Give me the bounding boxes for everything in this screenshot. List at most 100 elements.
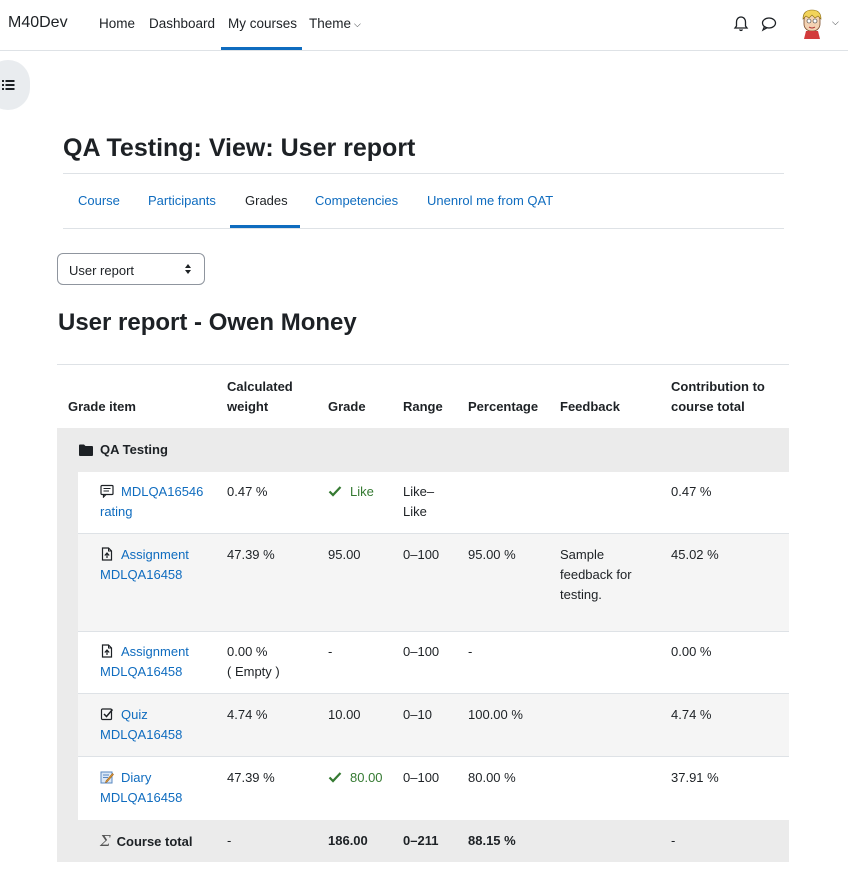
bell-icon[interactable] xyxy=(732,15,750,33)
table-row xyxy=(78,757,789,820)
total-percentage: 88.15 % xyxy=(468,833,516,848)
nav-theme-label: Theme xyxy=(309,16,352,31)
page-title: QA Testing: View: User report xyxy=(63,134,416,162)
tab-competencies[interactable]: Competencies xyxy=(315,193,398,208)
assignment-icon xyxy=(101,644,113,658)
grade-item-link[interactable]: MDLQA16458 xyxy=(100,790,182,805)
nav-theme[interactable]: Theme ⌵ xyxy=(309,16,361,31)
grade-item-link[interactable]: rating xyxy=(100,504,133,519)
tab-participants[interactable]: Participants xyxy=(148,193,216,208)
check-icon xyxy=(328,486,342,497)
chevron-down-icon: ⌵ xyxy=(354,19,361,29)
weight-cell: 4.74 % xyxy=(227,707,268,722)
header-grade-item: Grade item xyxy=(68,399,136,414)
range-cell: 0–100 xyxy=(403,547,440,562)
percentage-cell: - xyxy=(468,644,473,659)
header-feedback: Feedback xyxy=(560,399,620,414)
check-icon xyxy=(328,772,342,783)
tab-unenrol[interactable]: Unenrol me from QAT xyxy=(427,193,553,208)
grade-item-cell: Assignment MDLQA16458 xyxy=(100,545,189,585)
nav-dashboard[interactable]: Dashboard xyxy=(149,16,215,31)
grade-item-cell: Assignment MDLQA16458 xyxy=(100,642,189,682)
nav-my-courses[interactable]: My courses xyxy=(228,16,297,31)
assignment-icon xyxy=(101,547,113,561)
header-contribution: Contribution to course total xyxy=(671,377,765,417)
total-grade: 186.00 xyxy=(328,833,368,848)
user-avatar[interactable] xyxy=(800,9,824,39)
header-line: course total xyxy=(671,399,745,414)
grade-item-cell: MDLQA16546 rating xyxy=(100,482,203,522)
feedback-line: Sample xyxy=(560,547,605,562)
grade-item-link[interactable]: Assignment xyxy=(121,644,189,659)
total-weight: - xyxy=(227,833,232,848)
divider xyxy=(63,173,784,174)
contribution-cell: 45.02 % xyxy=(671,547,719,562)
report-title: User report - Owen Money xyxy=(58,309,357,336)
weight-cell: 0.00 % ( Empty ) xyxy=(227,642,280,682)
nav-home[interactable]: Home xyxy=(99,16,135,31)
grade-value: Like xyxy=(350,484,374,499)
list-icon xyxy=(2,80,15,90)
grade-item-link[interactable]: Diary xyxy=(121,770,151,785)
feedback-line: feedback for xyxy=(560,567,632,582)
total-contribution: - xyxy=(671,833,676,848)
diary-icon xyxy=(100,771,114,784)
tab-grades[interactable]: Grades xyxy=(245,193,288,208)
contribution-cell: 0.00 % xyxy=(671,644,712,659)
contribution-cell: 0.47 % xyxy=(671,484,712,499)
range-cell: 0–100 xyxy=(403,770,440,785)
header-percentage: Percentage xyxy=(468,399,539,414)
range-line: Like– xyxy=(403,484,435,499)
weight-cell: 0.47 % xyxy=(227,484,268,499)
course-total-label: Course total xyxy=(116,834,193,849)
weight-line: ( Empty ) xyxy=(227,664,280,679)
weight-line: 0.00 % xyxy=(227,644,268,659)
contribution-cell: 37.91 % xyxy=(671,770,719,785)
grade-item-link[interactable]: Quiz xyxy=(121,707,148,722)
header-line: Calculated xyxy=(227,379,293,394)
table-top-border xyxy=(57,364,789,365)
contribution-cell: 4.74 % xyxy=(671,707,712,722)
report-type-value: User report xyxy=(69,263,135,278)
grade-item-cell: Diary MDLQA16458 xyxy=(100,768,182,808)
grade-value: 80.00 xyxy=(350,770,383,785)
header-line: weight xyxy=(227,399,269,414)
grade-item-cell: Quiz MDLQA16458 xyxy=(100,705,182,745)
weight-cell: 47.39 % xyxy=(227,547,275,562)
divider xyxy=(63,228,784,229)
header-range: Range xyxy=(403,399,443,414)
sigma-icon: Σ xyxy=(100,832,111,850)
course-index-toggle[interactable] xyxy=(0,60,30,110)
total-range: 0–211 xyxy=(403,833,439,848)
feedback-line: testing. xyxy=(560,587,602,602)
percentage-cell: 80.00 % xyxy=(468,770,516,785)
range-cell: 0–100 xyxy=(403,644,440,659)
messages-icon[interactable] xyxy=(760,15,778,33)
grade-cell: 80.00 xyxy=(328,768,383,788)
grade-item-link[interactable]: Assignment xyxy=(121,547,189,562)
site-brand[interactable]: M40Dev xyxy=(8,14,68,32)
percentage-cell: 100.00 % xyxy=(468,707,523,722)
grade-item-link[interactable]: MDLQA16458 xyxy=(100,727,182,742)
tab-course[interactable]: Course xyxy=(78,193,120,208)
chevron-down-icon[interactable]: ⌵ xyxy=(832,17,839,28)
sort-arrows-icon xyxy=(185,264,191,274)
range-cell: 0–10 xyxy=(403,707,432,722)
nav-active-indicator xyxy=(221,47,302,50)
header-line: Contribution to xyxy=(671,379,765,394)
grade-cell: Like xyxy=(328,482,374,502)
grade-item-link[interactable]: MDLQA16458 xyxy=(100,567,182,582)
report-type-select[interactable]: User report xyxy=(57,253,205,285)
range-cell: Like– Like xyxy=(403,482,434,522)
grade-item-link[interactable]: MDLQA16546 xyxy=(121,484,203,499)
grade-cell: 10.00 xyxy=(328,707,361,722)
category-name: QA Testing xyxy=(100,442,168,457)
grade-item-link[interactable]: MDLQA16458 xyxy=(100,664,182,679)
percentage-cell: 95.00 % xyxy=(468,547,516,562)
folder-icon xyxy=(79,444,93,456)
quiz-icon xyxy=(100,708,114,721)
feedback-cell: Sample feedback for testing. xyxy=(560,545,632,605)
category-indent-strip xyxy=(57,472,78,820)
range-line: Like xyxy=(403,504,427,519)
header-grade: Grade xyxy=(328,399,366,414)
